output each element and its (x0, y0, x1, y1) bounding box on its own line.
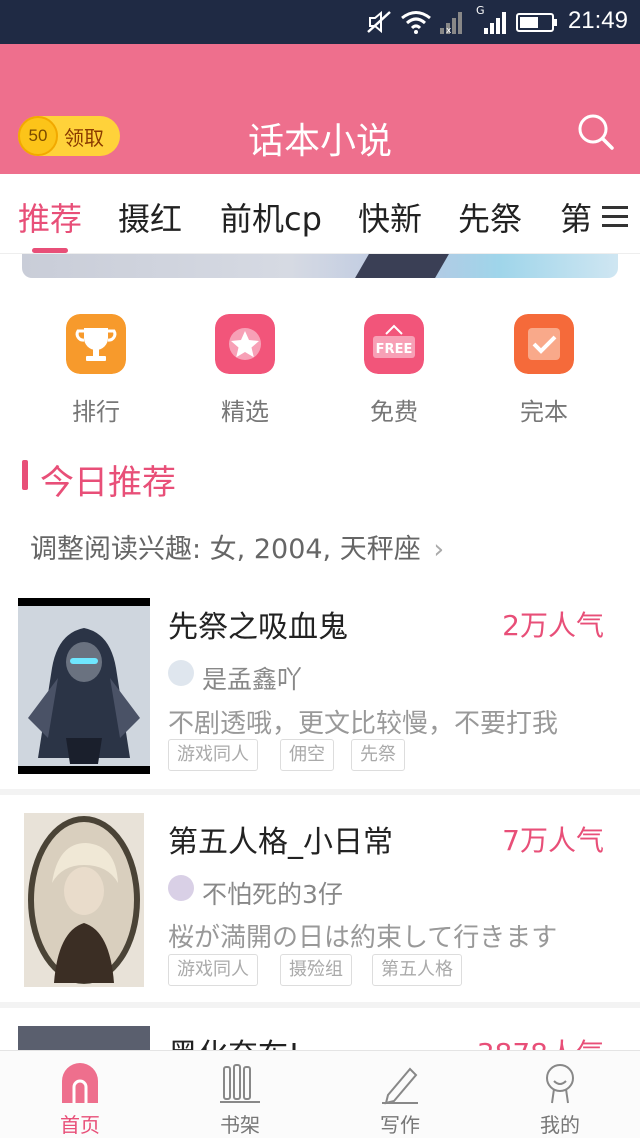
nav-write[interactable]: 写作 (320, 1051, 480, 1138)
book-description: 桜が満開の日は約束して行きます (168, 923, 558, 953)
book-tag[interactable]: 佣空 (280, 739, 334, 771)
book-description: 不剧透哦，更文比较慢，不要打我 (168, 709, 559, 739)
banner-art (355, 254, 449, 278)
app-title: 话本小说 (247, 121, 392, 162)
tab-qianji-cp[interactable]: 前机cp (220, 194, 322, 240)
book-tag[interactable]: 游戏同人 (168, 739, 258, 771)
search-icon[interactable] (574, 110, 618, 154)
popularity-count: 7万人气 (502, 824, 604, 857)
star-icon (215, 314, 275, 374)
category-tabs: 推荐 摄红 前机cp 快新 先祭 第 (0, 174, 640, 254)
tab-shehong[interactable]: 摄红 (118, 194, 182, 240)
status-bar: x G 21:49 (0, 0, 640, 44)
svg-text:x: x (446, 26, 452, 34)
nav-profile[interactable]: 我的 (480, 1051, 640, 1138)
profile-icon (546, 1064, 574, 1104)
signal-icon (484, 12, 506, 34)
author-avatar (168, 875, 194, 901)
active-tab-indicator (32, 248, 68, 253)
quick-entry-label: 免费 (370, 398, 418, 426)
popularity-count: 2万人气 (502, 609, 604, 642)
pen-icon (382, 1067, 418, 1105)
book-tag[interactable]: 摄殓组 (280, 954, 352, 986)
author-avatar (168, 660, 194, 686)
book-cover (18, 598, 150, 774)
book-cover (24, 813, 144, 987)
book-card[interactable]: 第五人格_小日常 7万人气 不怕死的3仔 桜が満開の日は約束して行きます 游戏同… (0, 795, 640, 1008)
nav-home[interactable]: 首页 (0, 1051, 160, 1138)
nav-label: 我的 (540, 1113, 580, 1137)
quick-entry-label: 精选 (221, 398, 269, 426)
trophy-icon (66, 314, 126, 374)
adjust-interest-link[interactable]: 调整阅读兴趣: 女, 2004, 天秤座 › (30, 527, 444, 566)
check-icon (514, 314, 574, 374)
tab-xianji[interactable]: 先祭 (458, 194, 522, 240)
free-icon: FREE (364, 314, 424, 374)
quick-entry-label: 排行 (72, 398, 120, 426)
status-time: 21:49 (567, 7, 628, 34)
nav-label: 书架 (220, 1113, 260, 1137)
book-title: 先祭之吸血鬼 (168, 610, 348, 645)
book-tag[interactable]: 游戏同人 (168, 954, 258, 986)
nav-label: 首页 (60, 1113, 100, 1137)
mute-icon (367, 10, 391, 34)
bottom-navigation: 首页 书架 写作 我的 (0, 1050, 640, 1138)
book-tag[interactable]: 第五人格 (372, 954, 462, 986)
quick-entry-free[interactable]: FREE 免费 (334, 314, 454, 426)
quick-entry-label: 完本 (520, 398, 568, 426)
author-name[interactable]: 是孟鑫吖 (202, 660, 302, 696)
battery-icon (516, 13, 557, 32)
nav-bookshelf[interactable]: 书架 (160, 1051, 320, 1138)
book-card[interactable]: 先祭之吸血鬼 2万人气 是孟鑫吖 不剧透哦，更文比较慢，不要打我 游戏同人 佣空… (0, 580, 640, 795)
free-badge-text: FREE (376, 342, 413, 357)
wifi-icon (401, 11, 431, 34)
section-title: 今日推荐 (40, 463, 176, 503)
quick-entry-completed[interactable]: 完本 (484, 314, 604, 426)
tab-more-partial[interactable]: 第 (560, 194, 592, 240)
nav-label: 写作 (380, 1113, 420, 1137)
cover-art-vampire (18, 606, 150, 766)
quick-entry-featured[interactable]: 精选 (185, 314, 305, 426)
tab-recommend[interactable]: 推荐 (18, 194, 82, 240)
cover-art-character (28, 816, 140, 984)
quick-entry-ranking[interactable]: 排行 (36, 314, 156, 426)
banner-carousel[interactable] (22, 254, 618, 278)
home-icon (62, 1063, 98, 1103)
book-title: 第五人格_小日常 (168, 825, 393, 860)
interest-text: 调整阅读兴趣: 女, 2004, 天秤座 (30, 534, 421, 565)
author-name[interactable]: 不怕死的3仔 (202, 875, 343, 911)
bookshelf-icon (220, 1064, 260, 1103)
signal-weak-icon: x (440, 12, 462, 34)
section-marker (22, 460, 28, 490)
chevron-right-icon: › (433, 534, 445, 565)
book-tag[interactable]: 先祭 (351, 739, 405, 771)
menu-icon[interactable] (600, 204, 630, 228)
tab-kuaixin[interactable]: 快新 (358, 194, 422, 240)
